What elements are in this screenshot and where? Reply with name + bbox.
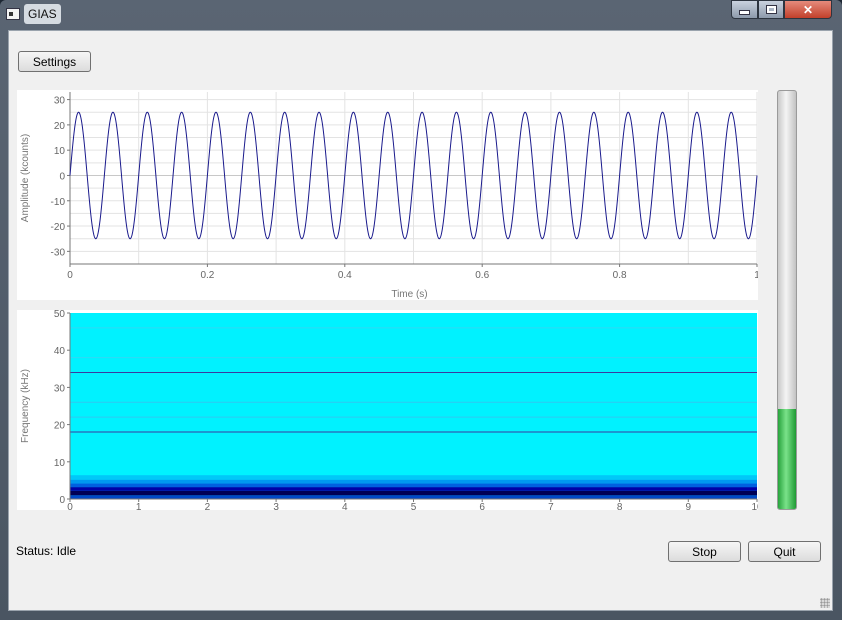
x-tick-label: 7 — [548, 502, 554, 510]
x-tick-label: 6 — [479, 502, 485, 510]
app-icon — [6, 8, 20, 20]
close-icon: ✕ — [802, 2, 814, 17]
x-tick-label: 0.8 — [613, 270, 627, 281]
spectrogram-plot: 50 40 30 20 10 00 1 2 3 4 5 6 7 8 9 10 Frequency (kHz) — [17, 309, 763, 513]
x-tick-label: 4 — [342, 502, 348, 510]
x-tick-label: 0 — [67, 270, 73, 281]
level-meter-fill — [778, 408, 796, 509]
window-title: GIAS — [24, 4, 61, 24]
settings-button[interactable]: Settings — [18, 51, 91, 72]
time-domain-chart: 30 20 10 0 -10 -20 -30 0 0.2 0.4 0.6 0.8 1 Time (s) Am… — [20, 92, 760, 300]
y-tick-label: -30 — [51, 247, 66, 258]
x-tick-label: 0.2 — [200, 270, 214, 281]
minimize-icon — [739, 10, 750, 15]
y-tick-label: 0 — [59, 495, 65, 506]
minimize-button[interactable] — [731, 0, 758, 19]
y-axis-label: Amplitude (kcounts) — [20, 134, 31, 222]
status-label: Status: Idle — [16, 544, 77, 558]
y-tick-label: 20 — [54, 121, 66, 132]
app-window: GIAS ✕ Settings 30 20 10 0 -10 -20 -30 0 0.2 0.4 0… — [0, 0, 842, 620]
x-tick-label: 1 — [754, 270, 758, 281]
y-tick-label: 20 — [54, 421, 66, 432]
x-tick-label: 3 — [273, 502, 279, 510]
x-tick-label: 0.6 — [475, 270, 489, 281]
spectrogram-band — [70, 495, 757, 499]
y-tick-label: 40 — [54, 346, 66, 357]
y-tick-label: 30 — [54, 96, 66, 107]
main-panel: Settings 30 20 10 0 -10 -20 -30 0 0.2 0.4 0.6 0.8 1 T… — [8, 30, 833, 611]
y-tick-label: -10 — [51, 197, 66, 208]
stop-button[interactable]: Stop — [668, 541, 741, 562]
x-tick-label: 5 — [411, 502, 417, 510]
spectrogram-band — [70, 487, 757, 491]
x-tick-label: 9 — [686, 502, 692, 510]
y-tick-label: 10 — [54, 458, 66, 469]
resize-grip[interactable] — [820, 598, 830, 608]
x-tick-label: 1 — [136, 502, 142, 510]
title-bar[interactable]: GIAS ✕ — [0, 0, 842, 28]
x-tick-label: 2 — [205, 502, 211, 510]
level-meter — [777, 90, 797, 510]
x-tick-label: 0 — [67, 502, 73, 510]
spectrogram-background — [70, 313, 757, 499]
x-tick-label: 8 — [617, 502, 623, 510]
y-axis-label: Frequency (kHz) — [20, 369, 31, 443]
y-tick-label: 30 — [54, 383, 66, 394]
y-tick-label: 50 — [54, 310, 66, 320]
y-tick-label: 0 — [59, 171, 65, 182]
maximize-icon — [765, 5, 777, 14]
y-tick-label: -20 — [51, 222, 66, 233]
spectrogram-band — [70, 479, 757, 484]
quit-button[interactable]: Quit — [748, 541, 821, 562]
time-domain-plot: 30 20 10 0 -10 -20 -30 0 0.2 0.4 0.6 0.8 1 Time (s) Am… — [17, 90, 760, 300]
spectrogram-chart: 50 40 30 20 10 00 1 2 3 4 5 6 7 8 9 10 Frequency (kHz) — [20, 309, 763, 513]
maximize-button[interactable] — [758, 0, 784, 19]
close-button[interactable]: ✕ — [784, 0, 832, 19]
spectrogram-band — [70, 483, 757, 488]
spectrogram-band — [70, 475, 757, 480]
x-tick-label: 10 — [751, 502, 758, 510]
x-tick-label: 0.4 — [338, 270, 352, 281]
spectrogram-band — [70, 490, 757, 496]
x-axis-label: Time (s) — [391, 289, 427, 300]
y-tick-label: 10 — [54, 146, 66, 157]
